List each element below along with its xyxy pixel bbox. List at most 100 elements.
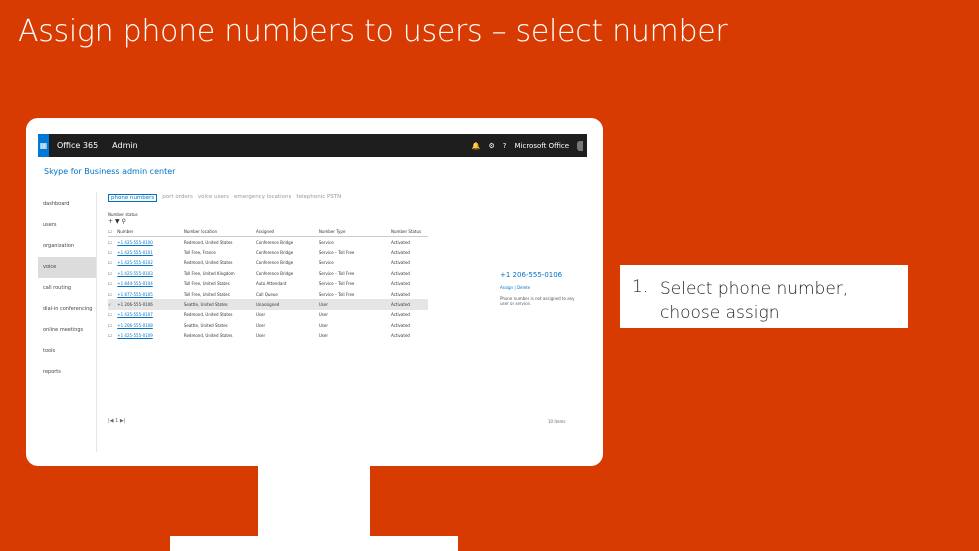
table-tools: + ▼ ⚲ [108,218,428,225]
row-checkbox[interactable]: ☐ [108,281,117,286]
cell-type: Service – Toll Free [318,281,355,287]
sidebar-item[interactable]: dashboard [38,194,96,215]
detail-actions[interactable]: Assign | Delete [500,285,580,290]
cell-number[interactable]: +1 425-555-0101 [117,250,184,255]
cell-location: Toll Free, France [183,250,216,256]
section-name[interactable]: Admin [112,141,138,150]
tab[interactable]: emergency locations [234,194,291,202]
admin-center-title: Skype for Business admin center [44,167,176,176]
table-row[interactable]: ☐ +1 425-555-0101 Toll Free, France Confere… [108,247,428,257]
avatar[interactable] [577,140,583,151]
cell-location: Toll Free, United States [183,291,230,297]
table-row[interactable]: ☐ +1 425-555-0109 Redmond, United States Us… [108,331,428,341]
tab[interactable]: phone numbers [108,194,158,202]
cell-location: Seattle, United States [183,322,228,328]
sidebar-item[interactable]: organization [38,236,96,257]
table-row[interactable]: ☐ +1 425-555-0100 Redmond, United States Co… [108,237,428,247]
row-checkbox[interactable]: ☐ [108,292,117,297]
cell-assigned: User [255,312,266,318]
cell-number[interactable]: +1 877-555-0105 [117,292,184,297]
cell-location: Redmond, United States [183,239,233,245]
column-header[interactable]: Number Type [319,229,391,234]
tab[interactable]: telephonic PSTN [296,194,341,202]
table-header: ☐ Number Number location Assigned Number Typ… [108,227,428,237]
admin-screen: ▦ Office 365 Admin 🔔 ⚙ ? Microsoft Offic… [38,134,587,452]
row-checkbox[interactable]: ☐ [108,333,117,338]
filter-dropdown[interactable]: Number status [108,212,428,217]
sidebar-item[interactable]: tools [38,341,96,362]
cell-status: Activated [391,270,410,276]
table-row[interactable]: ☐ +1 425-555-0107 Redmond, United States Us… [108,310,428,320]
sidebar-item[interactable]: reports [38,362,96,383]
user-name[interactable]: Microsoft Office [514,142,569,150]
cell-assigned: Conference Bridge [255,250,294,256]
sidebar-item[interactable]: users [38,215,96,236]
filter-icon[interactable]: ▼ [115,218,120,225]
column-header[interactable]: Number Status [391,229,428,234]
table-row[interactable]: ☐ +1 206-555-0108 Seattle, United States Us… [108,320,428,330]
bell-icon[interactable]: 🔔 [472,142,481,150]
cell-assigned: User [255,322,266,328]
row-checkbox[interactable]: ✓ [108,302,117,307]
cell-type: User [318,312,328,318]
tab[interactable]: port orders [162,194,193,202]
app-name[interactable]: Office 365 [57,141,98,150]
cell-assigned: Conference Bridge [255,239,294,245]
detail-note: Phone number is not assigned to any user… [500,296,575,306]
cell-assigned: Unassigned [255,302,280,308]
column-header[interactable]: Number [117,229,184,234]
sidebar-item[interactable]: dial-in conferencing [38,299,96,320]
row-checkbox[interactable]: ☐ [108,312,117,317]
row-checkbox[interactable]: ☐ [108,260,117,265]
table-row[interactable]: ✓ +1 206-555-0106 Seattle, United States Un… [108,299,428,310]
table-row[interactable]: ☐ +1 844-555-0104 Toll Free, United States… [108,279,428,289]
help-icon[interactable]: ? [503,142,507,150]
monitor-frame: ▦ Office 365 Admin 🔔 ⚙ ? Microsoft Offic… [26,118,603,466]
left-nav: dashboard users organization voice call rout… [38,194,96,383]
row-checkbox[interactable]: ☐ [108,250,117,255]
gear-icon[interactable]: ⚙ [488,142,494,150]
table-row[interactable]: ☐ +1 425-555-0103 Toll Free, United Kingdo… [108,268,428,278]
column-header[interactable]: Number location [184,229,256,234]
tab[interactable]: voice users [198,194,229,202]
table-body: ☐ +1 425-555-0100 Redmond, United States Co… [108,237,428,341]
cell-assigned: Conference Bridge [255,270,294,276]
cell-status: Activated [391,322,410,328]
cell-number[interactable]: +1 425-555-0109 [117,333,184,338]
sidebar-item[interactable]: voice [38,257,96,278]
cell-number[interactable]: +1 425-555-0107 [117,312,184,317]
cell-number[interactable]: +1 425-555-0102 [117,260,184,265]
cell-type: Service [318,260,334,266]
cell-number[interactable]: +1 425-555-0103 [117,271,184,276]
callout-text: Select phone number, choose assign [660,279,849,323]
cell-number[interactable]: +1 206-555-0106 [117,302,184,307]
select-all-checkbox[interactable]: ☐ [108,229,117,234]
add-icon[interactable]: + [108,218,113,225]
sidebar-item[interactable]: online meetings [38,320,96,341]
cell-location: Toll Free, United Kingdom [183,270,235,276]
cell-status: Activated [391,239,410,245]
cell-location: Redmond, United States [183,333,233,339]
last-page-icon[interactable]: ▶| [120,418,126,424]
row-checkbox[interactable]: ☐ [108,271,117,276]
table-row[interactable]: ☐ +1 877-555-0105 Toll Free, United States… [108,289,428,299]
cell-status: Activated [391,302,410,308]
search-icon[interactable]: ⚲ [122,218,126,225]
column-header[interactable]: Assigned [256,229,319,234]
details-pane: +1 206-555-0106 Assign | Delete Phone nu… [500,271,580,306]
table-row[interactable]: ☐ +1 425-555-0102 Redmond, United States Co… [108,258,428,268]
first-page-icon[interactable]: |◀ [108,418,114,424]
cell-status: Activated [391,291,410,297]
app-launcher-icon[interactable]: ▦ [38,134,49,157]
cell-location: Redmond, United States [183,260,233,266]
cell-number[interactable]: +1 206-555-0108 [117,323,184,328]
row-checkbox[interactable]: ☐ [108,240,117,245]
sidebar-item[interactable]: call routing [38,278,96,299]
callout-number: 1. [632,277,649,297]
item-count: 10 items [548,419,566,424]
cell-number[interactable]: +1 425-555-0100 [117,240,184,245]
cell-number[interactable]: +1 844-555-0104 [117,281,184,286]
page-input[interactable]: 1 [115,418,118,424]
pager: |◀ 1 ▶| [108,418,125,424]
row-checkbox[interactable]: ☐ [108,323,117,328]
